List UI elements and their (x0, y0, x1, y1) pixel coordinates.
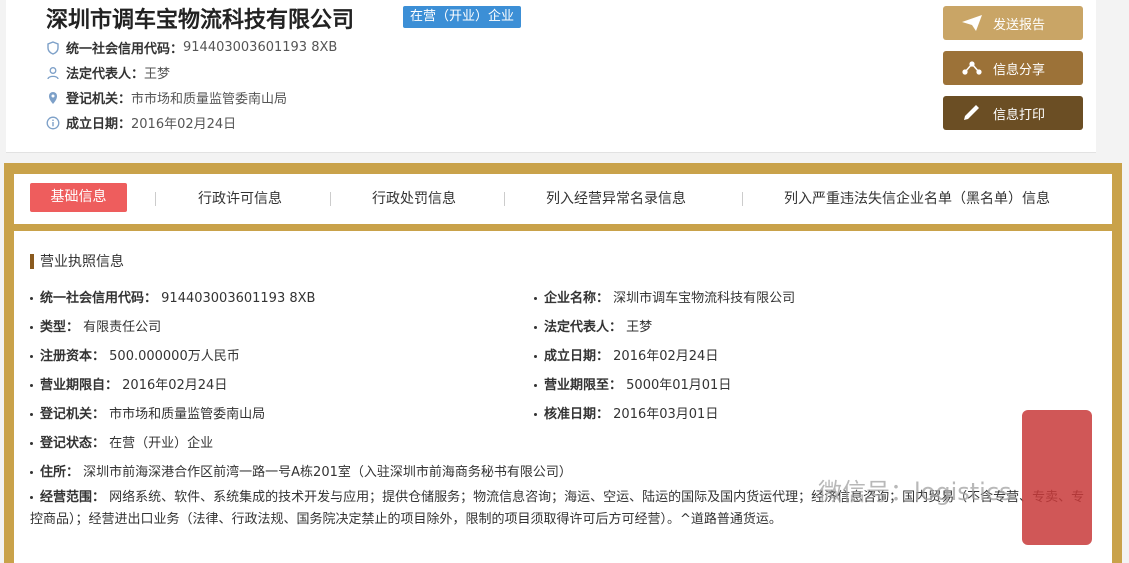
tab-admin-license[interactable]: 行政许可信息 (198, 188, 282, 210)
tab-blacklist[interactable]: 列入严重违法失信企业名单（黑名单）信息 (784, 188, 1050, 210)
share-info-button[interactable]: 信息分享 (943, 51, 1083, 85)
paper-plane-icon (961, 14, 983, 32)
field-credit-code: 统一社会信用代码： 914403003601193 8XB (30, 287, 315, 306)
field-legal-rep: 法定代表人： 王梦 (534, 316, 652, 335)
field-term-to: 营业期限至： 5000年01月01日 (534, 374, 731, 393)
print-info-button[interactable]: 信息打印 (943, 96, 1083, 130)
tab-divider (155, 192, 156, 206)
print-info-label: 信息打印 (993, 107, 1046, 123)
section-title: 营业执照信息 (30, 251, 124, 271)
red-seal-stamp (1022, 410, 1092, 545)
founded-label: 成立日期： (66, 117, 132, 132)
field-company-name: 企业名称： 深圳市调车宝物流科技有限公司 (534, 287, 795, 306)
field-founded: 成立日期： 2016年02月24日 (534, 345, 718, 364)
credit-code-line: 统一社会信用代码： 914403003601193 8XB (46, 38, 337, 57)
legal-rep-line: 法定代表人： 王梦 (46, 63, 170, 82)
tab-divider (330, 192, 331, 206)
company-header-card: 深圳市调车宝物流科技有限公司 在营（开业）企业 统一社会信用代码： 914403… (6, 0, 1096, 153)
tab-divider (504, 192, 505, 206)
legal-rep-label: 法定代表人： (66, 67, 145, 82)
field-status: 登记状态： 在营（开业）企业 (30, 432, 213, 451)
pencil-icon (961, 104, 983, 122)
wechat-watermark: 微信号：logistics (818, 478, 1012, 506)
section-title-text: 营业执照信息 (40, 254, 124, 270)
shield-icon (46, 40, 60, 55)
authority-line: 登记机关： 市市场和质量监管委南山局 (46, 88, 287, 107)
user-icon (46, 66, 60, 80)
send-report-label: 发送报告 (993, 17, 1046, 33)
section-marker (30, 253, 34, 269)
field-authority: 登记机关： 市市场和质量监管委南山局 (30, 403, 265, 422)
tab-admin-penalty[interactable]: 行政处罚信息 (372, 188, 456, 210)
share-nodes-icon (961, 59, 983, 77)
field-approved: 核准日期： 2016年03月01日 (534, 403, 718, 422)
tab-divider (742, 192, 743, 206)
tabs-bar: 基础信息 行政许可信息 行政处罚信息 列入经营异常名录信息 列入严重违法失信企业… (14, 174, 1112, 224)
founded-value: 2016年02月24日 (131, 117, 237, 132)
location-pin-icon (46, 91, 60, 105)
credit-code-value: 914403003601193 8XB (183, 40, 338, 55)
authority-label: 登记机关： (66, 92, 132, 107)
field-term-from: 营业期限自： 2016年02月24日 (30, 374, 227, 393)
info-icon (46, 116, 60, 130)
share-info-label: 信息分享 (993, 62, 1046, 78)
legal-rep-value: 王梦 (144, 67, 171, 82)
status-badge: 在营（开业）企业 (403, 6, 522, 28)
field-capital: 注册资本： 500.000000万人民币 (30, 345, 240, 364)
authority-value: 市市场和质量监管委南山局 (131, 92, 288, 107)
credit-code-label: 统一社会信用代码： (66, 42, 184, 57)
tab-abnormal-list[interactable]: 列入经营异常名录信息 (546, 188, 686, 210)
tab-basic-info[interactable]: 基础信息 (30, 183, 127, 212)
field-address: 住所： 深圳市前海深港合作区前湾一路一号A栋201室（入驻深圳市前海商务秘书有限… (30, 461, 572, 480)
license-info-card: 营业执照信息 统一社会信用代码： 914403003601193 8XB 企业名… (14, 231, 1112, 563)
field-type: 类型： 有限责任公司 (30, 316, 161, 335)
founded-line: 成立日期： 2016年02月24日 (46, 113, 236, 132)
company-title: 深圳市调车宝物流科技有限公司 (46, 8, 355, 33)
send-report-button[interactable]: 发送报告 (943, 6, 1083, 40)
